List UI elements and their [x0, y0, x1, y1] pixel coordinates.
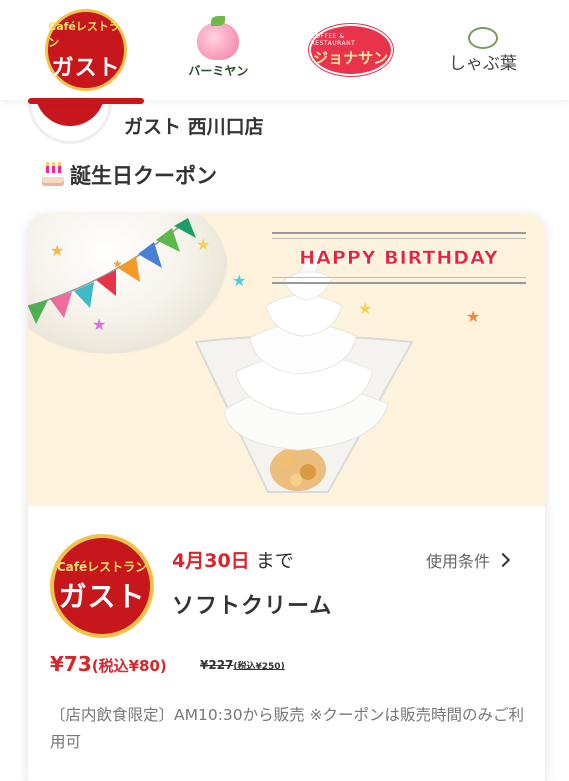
bamiyan-logo-name: バーミヤン	[188, 63, 249, 78]
coupon-price: ¥73(税込¥80)	[50, 652, 167, 676]
leaf-icon	[467, 26, 498, 49]
coupon-logo-name: ガスト	[58, 579, 146, 613]
brand-tab-bamiyan[interactable]: バーミヤン	[168, 10, 268, 90]
price-value: ¥73	[50, 652, 92, 676]
expiry-date: 4月30日	[172, 550, 250, 572]
terms-label: 使用条件	[426, 552, 491, 571]
svg-text:★: ★	[196, 235, 210, 254]
coupon-banner-image: ★ ★ ★ ★ ★ ★ ★ HAPPY BIRTHDAY	[28, 214, 545, 506]
coupon-note: 〔店内飲食限定〕AM10:30から販売 ※クーポンは販売時間のみご利用可	[50, 706, 525, 751]
svg-text:★: ★	[466, 307, 480, 326]
svg-text:★: ★	[112, 257, 123, 271]
brand-tab-jonathan[interactable]: COFFEE & RESTAURANT ジョナサン	[301, 10, 401, 90]
active-tab-indicator	[28, 98, 144, 104]
price-tax: (税込¥80)	[91, 657, 167, 675]
svg-text:★: ★	[358, 299, 372, 318]
brand-tab-shabuyo[interactable]: しゃぶ葉	[433, 10, 533, 90]
terms-link[interactable]: 使用条件	[426, 548, 511, 572]
jonathan-logo: COFFEE & RESTAURANT ジョナサン	[308, 24, 393, 76]
gusto-coupon-logo: Caféレストラン ガスト	[50, 534, 154, 638]
peach-icon	[197, 15, 240, 60]
product-name: ソフトクリーム	[172, 594, 333, 619]
original-price-value: ¥227	[200, 658, 234, 672]
section-title-text: 誕生日クーポン	[70, 164, 217, 188]
original-price: ¥227(税込¥250)	[200, 658, 285, 672]
original-price-tax: (税込¥250)	[233, 662, 285, 672]
gusto-logo-subtitle: Caféレストラン	[48, 20, 120, 49]
chevron-right-icon	[495, 552, 511, 568]
gusto-logo-name: ガスト	[51, 56, 121, 81]
happy-birthday-text: HAPPY BIRTHDAY	[299, 247, 499, 270]
brand-tab-bar: Caféレストラン ガスト バーミヤン COFFEE & RESTAURANT …	[0, 0, 569, 100]
shabuyo-logo: しゃぶ葉	[448, 26, 517, 74]
section-title: 誕生日クーポン	[40, 160, 217, 190]
birthday-cake-icon	[40, 162, 66, 188]
expiry: 4月30日 まで	[172, 546, 294, 573]
svg-text:★: ★	[50, 241, 64, 260]
gusto-logo: Caféレストラン ガスト	[45, 9, 128, 91]
jonathan-logo-name: ジョナサン	[313, 48, 389, 67]
bamiyan-logo: バーミヤン	[188, 15, 249, 79]
svg-text:★: ★	[92, 315, 106, 334]
happy-birthday-banner: HAPPY BIRTHDAY	[272, 232, 526, 284]
coupon-card[interactable]: ★ ★ ★ ★ ★ ★ ★ HAPPY BIRTHDAY Caféレストラン ガ…	[28, 214, 545, 781]
expiry-suffix: まで	[255, 550, 294, 572]
store-name: ガスト 西川口店	[124, 116, 264, 138]
svg-text:★: ★	[232, 271, 246, 290]
jonathan-logo-subtitle: COFFEE & RESTAURANT	[310, 32, 356, 47]
coupon-details: Caféレストラン ガスト 4月30日 まで 使用条件 ソフトクリーム ¥73(…	[28, 506, 545, 781]
coupon-logo-subtitle: Caféレストラン	[56, 559, 148, 574]
brand-tab-gusto[interactable]: Caféレストラン ガスト	[36, 9, 136, 91]
shabuyo-logo-name: しゃぶ葉	[448, 53, 517, 74]
